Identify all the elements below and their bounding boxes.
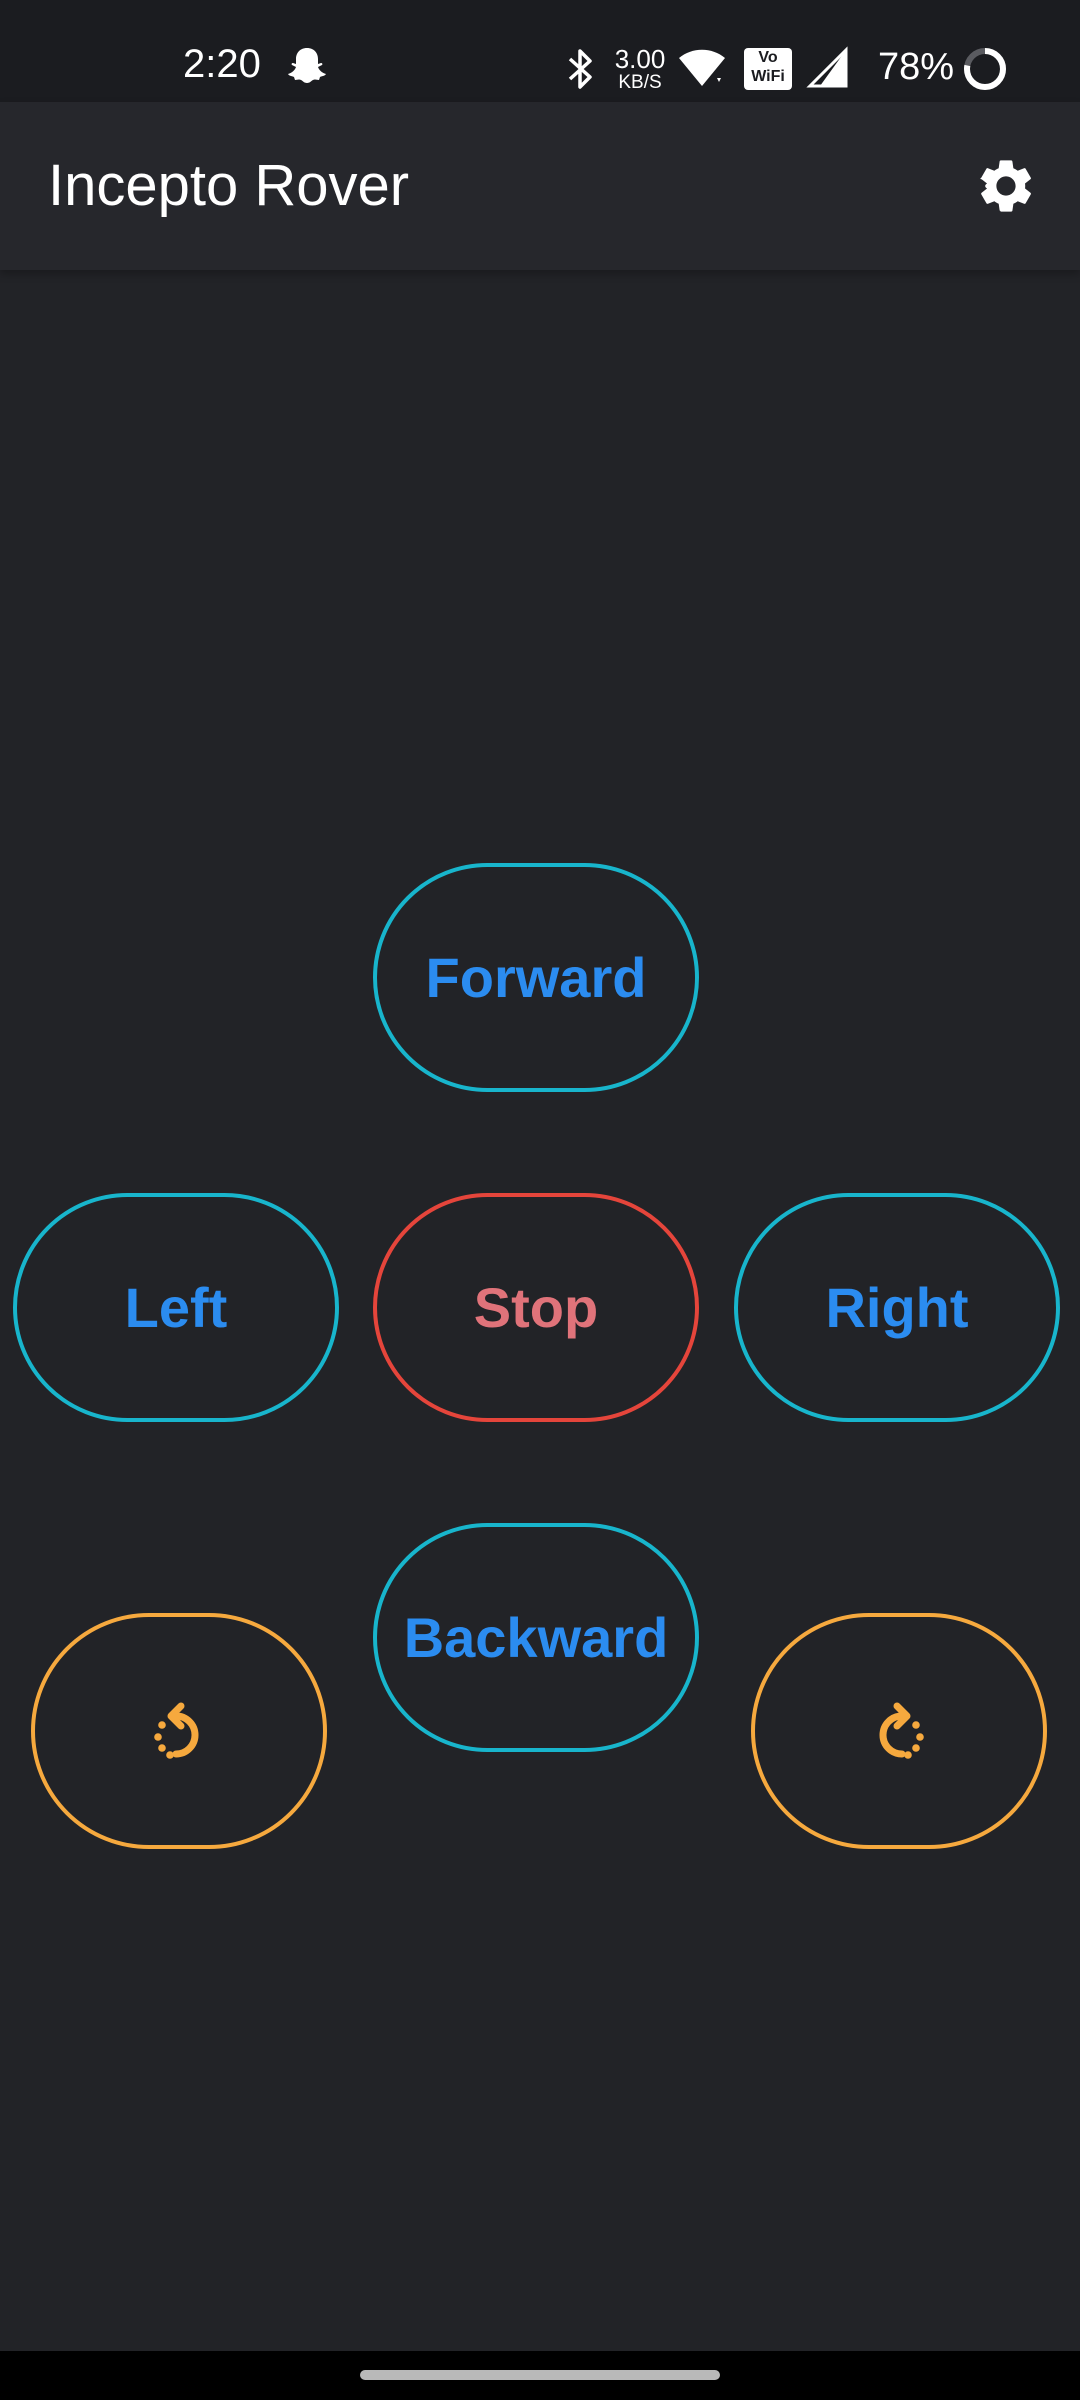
rotate-left-icon (154, 1702, 199, 1759)
status-time: 2:20 (183, 42, 261, 86)
stop-button[interactable]: Stop (373, 1193, 699, 1422)
vowifi-icon: Vo WiFi (744, 48, 792, 90)
bluetooth-icon (568, 49, 592, 89)
rotate-left-button[interactable] (31, 1613, 327, 1849)
network-speed-value: 3.00 (614, 44, 666, 74)
app-bar: Incepto Rover (0, 102, 1080, 270)
vowifi-line2: WiFi (751, 68, 785, 85)
backward-button[interactable]: Backward (373, 1523, 699, 1752)
battery-percentage: 78% (878, 46, 955, 88)
gear-icon[interactable] (974, 154, 1038, 218)
battery-ring-icon (964, 48, 1006, 90)
app-title: Incepto Rover (48, 153, 410, 218)
navigation-bar (0, 2351, 1080, 2400)
wifi-icon (679, 49, 725, 86)
signal-icon (806, 46, 848, 88)
right-button[interactable]: Right (734, 1193, 1060, 1422)
left-button[interactable]: Left (13, 1193, 339, 1422)
home-gesture-handle[interactable] (360, 2370, 720, 2380)
forward-button[interactable]: Forward (373, 863, 699, 1092)
rotate-right-icon (879, 1702, 924, 1759)
status-bar: 2:20 3.00 KB/S Vo WiFi 78% (0, 0, 1080, 102)
snapchat-icon (288, 48, 326, 83)
vowifi-line1: Vo (758, 49, 778, 66)
screen: 2:20 3.00 KB/S Vo WiFi 78% Incepto Rover… (0, 0, 1080, 2400)
network-speed: 3.00 KB/S (612, 46, 668, 92)
rotate-right-button[interactable] (751, 1613, 1047, 1849)
network-speed-unit: KB/S (618, 72, 662, 93)
